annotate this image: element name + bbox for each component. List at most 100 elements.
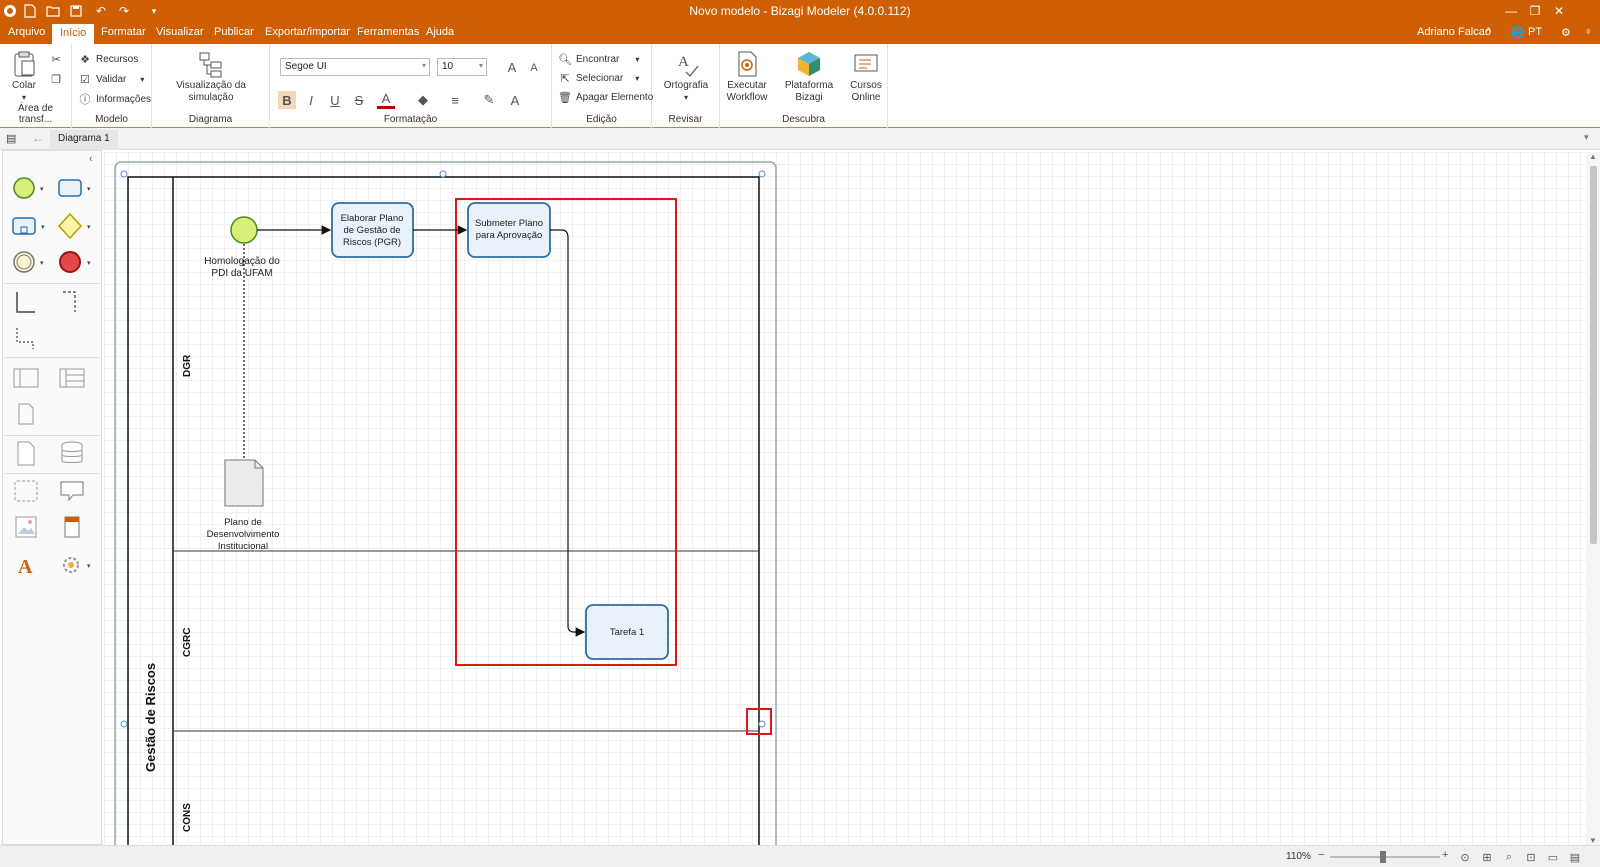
overview-icon[interactable]: ▤ xyxy=(1568,850,1582,864)
scroll-up-icon[interactable]: ▲ xyxy=(1589,152,1597,161)
user-name[interactable]: Adriano Falcao xyxy=(1417,26,1491,38)
image-tool[interactable] xyxy=(11,513,41,541)
pool-tool[interactable] xyxy=(57,365,87,391)
association-tool[interactable] xyxy=(11,325,41,353)
menu-ferramentas[interactable]: Ferramentas xyxy=(357,26,419,38)
vertical-scrollbar[interactable]: ▲ ▼ xyxy=(1586,152,1600,845)
message-flow-tool[interactable] xyxy=(57,289,87,317)
data-object-tool[interactable] xyxy=(11,439,41,467)
tab-diagrama-1[interactable]: Diagrama 1 xyxy=(50,130,118,150)
resize-handle-top-left[interactable] xyxy=(120,170,128,178)
back-arrow-icon[interactable]: ← xyxy=(32,131,44,145)
delete-element-button[interactable]: 🗑︎ Apagar Elemento xyxy=(558,90,653,104)
collapse-ribbon-icon[interactable]: ^ xyxy=(1486,26,1491,38)
gateway-tool[interactable]: ▾ xyxy=(57,211,97,241)
font-color-icon[interactable]: A xyxy=(377,91,395,109)
fill-color-icon[interactable]: ◆ xyxy=(414,91,432,109)
find-dropdown-icon[interactable]: ▾ xyxy=(635,55,639,64)
cut-button[interactable]: ✂ xyxy=(49,52,63,66)
zoom-out-icon[interactable]: − xyxy=(1318,849,1324,861)
info-button[interactable]: ⓘ Informações xyxy=(78,92,152,107)
validate-dropdown-icon[interactable]: ▾ xyxy=(140,75,144,84)
select-dropdown-icon[interactable]: ▾ xyxy=(635,74,639,83)
settings-gear-icon[interactable]: ⚙ xyxy=(1561,26,1571,39)
menu-formatar[interactable]: Formatar xyxy=(101,26,146,38)
resize-handle-top-right[interactable] xyxy=(758,170,766,178)
start-event[interactable]: Homologação do PDI da UFAM xyxy=(204,216,280,279)
zoom-search-icon[interactable]: ⌕ xyxy=(1502,850,1516,864)
intermediate-event-tool[interactable]: ▾ xyxy=(11,249,51,275)
sequence-flow-tool[interactable] xyxy=(11,289,41,317)
resize-handle-right[interactable] xyxy=(758,720,766,728)
flow-task2-to-task3[interactable] xyxy=(550,229,586,637)
menu-arquivo[interactable]: Arquivo xyxy=(8,26,45,38)
zoom-in-icon[interactable]: + xyxy=(1442,849,1448,861)
shrink-font-icon[interactable]: A xyxy=(525,59,543,77)
font-family-select[interactable]: Segoe UI ▾ xyxy=(280,58,430,76)
lane-cgrc[interactable]: CGRC xyxy=(173,628,759,732)
task-tool[interactable]: ▾ xyxy=(57,175,97,201)
resources-button[interactable]: ❖ Recursos xyxy=(78,52,138,66)
strikethrough-icon[interactable]: S xyxy=(350,91,368,109)
bizagi-platform-button[interactable]: Plataforma Bizagi xyxy=(772,50,846,104)
fit-width-icon[interactable]: ⊡ xyxy=(1524,850,1538,864)
paste-button[interactable]: Colar ▾ xyxy=(4,50,44,104)
tabs-dropdown-icon[interactable]: ▾ xyxy=(1584,132,1589,143)
annotation-tool[interactable] xyxy=(57,477,87,505)
resize-handle-left[interactable] xyxy=(120,720,128,728)
resize-handle-top[interactable] xyxy=(439,170,447,178)
collapse-palette-icon[interactable]: ‹ xyxy=(89,153,93,165)
validate-button[interactable]: ☑ Validar ▾ xyxy=(78,72,144,86)
end-event-tool[interactable]: ▾ xyxy=(57,249,97,275)
menu-exportar-importar[interactable]: Exportar/importar xyxy=(265,26,350,38)
text-style-icon[interactable]: A xyxy=(506,91,524,109)
zoom-reset-icon[interactable]: ⊙ xyxy=(1458,850,1472,864)
simulation-view-button[interactable]: Visualização da simulação xyxy=(156,50,266,104)
online-courses-button[interactable]: Cursos Online xyxy=(846,50,886,104)
menu-visualizar[interactable]: Visualizar xyxy=(156,26,204,38)
execute-workflow-button[interactable]: Executar Workflow xyxy=(724,50,770,104)
menu-inicio[interactable]: Início xyxy=(52,24,95,44)
format-painter-icon[interactable]: ✎ xyxy=(480,91,498,109)
close-button[interactable]: ✕ xyxy=(1548,2,1570,20)
find-button[interactable]: 🔍︎ Encontrar ▾ xyxy=(558,52,639,66)
milestone-tool[interactable] xyxy=(11,401,41,427)
bold-icon[interactable]: B xyxy=(278,91,296,109)
menu-publicar[interactable]: Publicar xyxy=(214,26,254,38)
restore-button[interactable]: ❐ xyxy=(1524,2,1546,20)
spelling-button[interactable]: A Ortografia ▾ xyxy=(656,50,716,104)
task-tarefa-1[interactable]: Tarefa 1 xyxy=(585,604,669,660)
zoom-slider-knob[interactable] xyxy=(1380,851,1386,863)
header-tool[interactable] xyxy=(57,513,87,541)
data-object-plano[interactable]: Plano de Desenvolvimento Institucional xyxy=(207,459,280,552)
spelling-dropdown-icon[interactable]: ▾ xyxy=(656,92,716,104)
diagram-canvas[interactable]: Gestão de Riscos DGR CGRC CONS Homologaç… xyxy=(104,152,1586,845)
select-button[interactable]: ⇱ Selecionar ▾ xyxy=(558,71,639,85)
lane-tool[interactable] xyxy=(11,365,41,391)
language-selector[interactable]: PT xyxy=(1528,26,1542,38)
task-submeter-plano[interactable]: Submeter Plano para Aprovação xyxy=(467,202,551,258)
scrollbar-thumb[interactable] xyxy=(1590,166,1597,544)
diagram-navigator-icon[interactable]: ▤ xyxy=(6,132,20,146)
globe-icon[interactable]: 🌐 xyxy=(1511,26,1525,39)
font-size-select[interactable]: 10 ▾ xyxy=(437,58,487,76)
text-tool[interactable]: A xyxy=(11,551,41,579)
presentation-icon[interactable]: ▭ xyxy=(1546,850,1560,864)
scroll-down-icon[interactable]: ▼ xyxy=(1589,836,1597,845)
artifacts-gear-tool[interactable]: ▾ xyxy=(57,551,97,579)
fit-page-icon[interactable]: ⊞ xyxy=(1480,850,1494,864)
align-icon[interactable]: ≡ xyxy=(446,91,464,109)
subprocess-tool[interactable]: ▾ xyxy=(11,213,51,239)
task-elaborar-plano[interactable]: Elaborar Plano de Gestão de Riscos (PGR) xyxy=(331,202,414,258)
menu-ajuda[interactable]: Ajuda xyxy=(426,26,454,38)
data-store-tool[interactable] xyxy=(57,439,87,467)
copy-button[interactable]: ❐ xyxy=(49,72,63,86)
group-tool[interactable] xyxy=(11,477,41,505)
underline-icon[interactable]: U xyxy=(326,91,344,109)
start-event-tool[interactable]: ▾ xyxy=(11,175,47,201)
grow-font-icon[interactable]: A xyxy=(503,58,521,76)
lane-cons[interactable]: CONS xyxy=(182,803,193,832)
help-bulb-icon[interactable]: ♀ xyxy=(1584,26,1592,38)
italic-icon[interactable]: I xyxy=(302,91,320,109)
minimize-button[interactable]: — xyxy=(1500,2,1522,20)
